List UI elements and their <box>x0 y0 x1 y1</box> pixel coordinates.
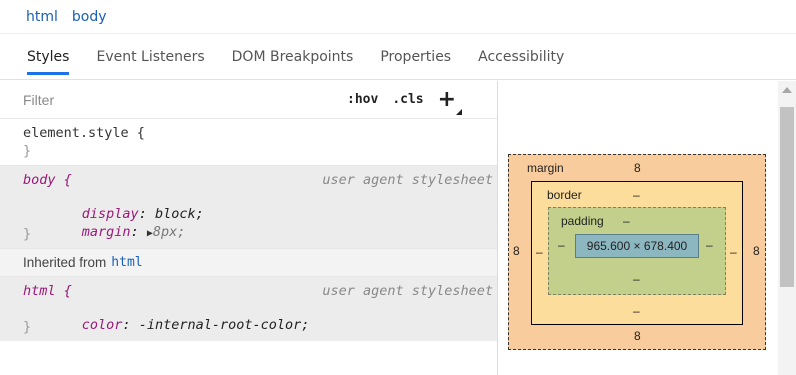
hover-state-toggle[interactable]: :hov <box>347 92 378 107</box>
property-value: 8px; <box>152 224 186 240</box>
margin-bottom-value[interactable]: 8 <box>634 329 641 343</box>
tab-dom-breakpoints[interactable]: DOM Breakpoints <box>232 37 354 77</box>
box-model-margin[interactable]: margin 8 8 8 border – – – – padding – – … <box>508 154 766 350</box>
panel-tabs: Styles Event Listeners DOM Breakpoints P… <box>0 34 796 80</box>
border-label: border <box>547 188 582 202</box>
rule-close-brace: } <box>23 143 32 159</box>
filter-input[interactable] <box>23 91 323 108</box>
property-colon: : <box>122 317 139 333</box>
margin-left-value[interactable]: 8 <box>513 244 520 258</box>
property-value: block; <box>154 206 204 222</box>
border-top-value[interactable]: – <box>633 188 640 202</box>
filter-bar: :hov .cls + <box>0 81 497 119</box>
tab-event-listeners[interactable]: Event Listeners <box>96 37 204 77</box>
body-rule: body { user agent stylesheet display: bl… <box>0 166 497 249</box>
border-bottom-value[interactable]: – <box>633 304 640 318</box>
scrollbar[interactable] <box>778 81 796 375</box>
property-name: margin <box>81 224 131 240</box>
box-model-pane: margin 8 8 8 border – – – – padding – – … <box>497 81 796 375</box>
margin-top-value[interactable]: 8 <box>634 161 641 175</box>
breadcrumb: html body <box>0 0 796 34</box>
property-name: color <box>81 317 123 333</box>
rule-origin: user agent stylesheet <box>322 283 493 299</box>
inherited-from-link[interactable]: html <box>111 255 142 270</box>
property-row: color: -internal-root-color; <box>23 301 497 333</box>
new-style-rule-button[interactable]: + <box>438 88 463 115</box>
html-rule: html { user agent stylesheet color: -int… <box>0 277 497 341</box>
padding-right-value[interactable]: – <box>706 238 713 252</box>
breadcrumb-item-body[interactable]: body <box>72 9 107 25</box>
tab-accessibility[interactable]: Accessibility <box>478 37 564 77</box>
box-model-border[interactable]: border – – – – padding – – – – 965.600 ×… <box>531 181 743 325</box>
scroll-up-arrow-icon[interactable] <box>782 87 792 93</box>
class-toggle[interactable]: .cls <box>392 92 423 107</box>
tab-styles[interactable]: Styles <box>27 37 70 77</box>
margin-right-value[interactable]: 8 <box>753 244 760 258</box>
box-model-padding[interactable]: padding – – – – 965.600 × 678.400 <box>548 207 726 295</box>
tab-properties[interactable]: Properties <box>380 37 451 77</box>
property-value: -internal-root-color; <box>138 317 310 333</box>
property-colon: : <box>130 224 147 240</box>
property-colon: : <box>138 206 155 222</box>
border-left-value[interactable]: – <box>536 245 543 259</box>
element-style-rule[interactable]: element.style { } <box>0 119 497 166</box>
border-right-value[interactable]: – <box>730 245 737 259</box>
margin-label: margin <box>527 161 564 175</box>
scrollbar-thumb[interactable] <box>780 107 794 287</box>
property-name: display <box>81 206 139 222</box>
styles-pane: :hov .cls + element.style { } body { use… <box>0 81 497 375</box>
inherited-label: Inherited from <box>23 255 107 270</box>
padding-left-value[interactable]: – <box>558 238 565 252</box>
rule-origin: user agent stylesheet <box>322 172 493 188</box>
padding-bottom-value[interactable]: – <box>633 272 640 286</box>
breadcrumb-item-html[interactable]: html <box>26 9 58 25</box>
property-row: display: block; <box>23 190 497 222</box>
inherited-header: Inherited from html <box>0 249 497 277</box>
box-model-content[interactable]: 965.600 × 678.400 <box>575 234 699 258</box>
padding-label: padding <box>561 214 604 228</box>
rule-selector: element.style { <box>23 125 145 141</box>
padding-top-value[interactable]: – <box>623 214 630 228</box>
